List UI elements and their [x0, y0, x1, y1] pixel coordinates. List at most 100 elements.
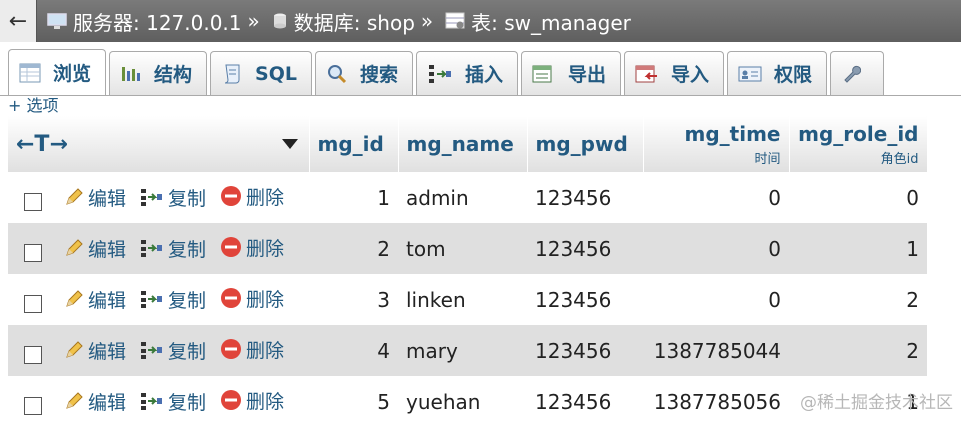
- tab-operations-partial[interactable]: [830, 51, 885, 95]
- column-header-mg_pwd[interactable]: mg_pwd: [527, 116, 644, 172]
- row-actions-cell: 编辑 复制 删除: [8, 274, 309, 325]
- copy-label: 复制: [168, 289, 207, 312]
- column-comment: 角色id: [880, 151, 919, 167]
- pencil-icon: [64, 238, 84, 258]
- delete-label: 删除: [246, 186, 285, 209]
- cell-mg_id[interactable]: 3: [309, 274, 398, 325]
- copy-button[interactable]: 复制: [140, 337, 206, 364]
- pencil-icon: [64, 289, 84, 309]
- cell-mg_pwd[interactable]: 123456: [527, 274, 643, 325]
- tab-label: 导入: [671, 64, 710, 86]
- cell-mg_time[interactable]: 0: [643, 274, 789, 325]
- cell-mg_id[interactable]: 5: [309, 376, 398, 427]
- column-header-mg_name[interactable]: mg_name: [398, 116, 528, 172]
- edit-button[interactable]: 编辑: [64, 388, 126, 415]
- cell-mg_id[interactable]: 2: [309, 223, 398, 274]
- edit-button[interactable]: 编辑: [64, 184, 126, 211]
- delete-button[interactable]: 删除: [220, 387, 284, 414]
- cell-mg_role_id[interactable]: 2: [789, 325, 927, 376]
- cell-mg_time[interactable]: 0: [643, 172, 789, 223]
- table-row: 编辑 复制 删除 5 yuehan 123456 1387785056 1: [8, 376, 927, 427]
- options-link[interactable]: + 选项: [8, 92, 59, 116]
- copy-button[interactable]: 复制: [140, 235, 206, 262]
- row-actions-cell: 编辑 复制 删除: [8, 325, 309, 376]
- edit-label: 编辑: [88, 391, 127, 414]
- cell-mg_id[interactable]: 1: [309, 172, 398, 223]
- edit-button[interactable]: 编辑: [64, 286, 126, 313]
- column-controls-header: ←T→: [8, 116, 310, 172]
- row-checkbox[interactable]: [24, 345, 42, 364]
- cell-mg_pwd[interactable]: 123456: [527, 325, 643, 376]
- copy-icon: [140, 238, 164, 258]
- column-header-mg_time[interactable]: mg_time 时间: [643, 116, 790, 172]
- copy-button[interactable]: 复制: [140, 388, 206, 415]
- tab-label: 结构: [154, 64, 193, 86]
- cell-mg_pwd[interactable]: 123456: [527, 376, 643, 427]
- edit-button[interactable]: 编辑: [64, 235, 126, 262]
- cell-mg_pwd[interactable]: 123456: [527, 172, 643, 223]
- edit-button[interactable]: 编辑: [64, 337, 126, 364]
- row-checkbox[interactable]: [24, 294, 42, 313]
- sort-dropdown-icon[interactable]: [281, 132, 299, 156]
- copy-button[interactable]: 复制: [140, 184, 206, 211]
- database-icon: [272, 12, 288, 30]
- cell-mg_role_id[interactable]: 0: [789, 172, 927, 223]
- delete-button[interactable]: 删除: [220, 234, 284, 261]
- cell-mg_pwd[interactable]: 123456: [527, 223, 643, 274]
- cell-mg_name[interactable]: linken: [398, 274, 527, 325]
- copy-button[interactable]: 复制: [140, 286, 206, 313]
- cell-mg_time[interactable]: 1387785056: [643, 376, 789, 427]
- tab-search[interactable]: 搜索: [314, 51, 413, 95]
- table-row: 编辑 复制 删除 3 linken 123456 0 2: [8, 274, 927, 325]
- wrench-icon: [841, 64, 862, 84]
- cell-mg_name[interactable]: yuehan: [398, 376, 527, 427]
- breadcrumb-table-link[interactable]: 表: sw_manager: [471, 7, 631, 36]
- cell-mg_role_id[interactable]: 2: [789, 274, 927, 325]
- tab-privileges[interactable]: 权限: [727, 51, 828, 95]
- move-columns-icon[interactable]: ←T→: [16, 132, 68, 157]
- cell-mg_id[interactable]: 4: [309, 325, 398, 376]
- edit-label: 编辑: [88, 187, 127, 210]
- tab-label: 搜索: [359, 64, 398, 86]
- sql-icon: [221, 63, 243, 85]
- cell-mg_time[interactable]: 0: [643, 223, 789, 274]
- column-header-mg_id[interactable]: mg_id: [309, 116, 399, 172]
- tab-label: 插入: [465, 64, 504, 86]
- cell-mg_name[interactable]: tom: [398, 223, 527, 274]
- tab-insert[interactable]: 插入: [416, 51, 519, 95]
- import-icon: [635, 64, 659, 84]
- row-checkbox[interactable]: [24, 396, 42, 415]
- cell-mg_name[interactable]: admin: [398, 172, 527, 223]
- row-actions-cell: 编辑 复制 删除: [8, 172, 309, 223]
- tab-structure[interactable]: 结构: [109, 51, 208, 95]
- tab-import[interactable]: 导入: [624, 51, 725, 95]
- cell-mg_role_id[interactable]: 1: [789, 223, 927, 274]
- copy-label: 复制: [168, 187, 207, 210]
- breadcrumb-separator: »: [420, 9, 434, 33]
- edit-label: 编辑: [88, 238, 127, 261]
- breadcrumb-database-link[interactable]: 数据库: shop: [294, 7, 415, 36]
- tab-sql[interactable]: SQL: [210, 51, 312, 95]
- pencil-icon: [64, 340, 84, 360]
- delete-button[interactable]: 删除: [220, 183, 284, 210]
- tab-browse[interactable]: 浏览: [8, 49, 107, 95]
- delete-icon: [220, 185, 242, 207]
- delete-button[interactable]: 删除: [220, 336, 284, 363]
- column-header-mg_role_id[interactable]: mg_role_id 角色id: [789, 116, 928, 172]
- back-button[interactable]: ←: [0, 0, 37, 42]
- cell-mg_time[interactable]: 1387785044: [643, 325, 789, 376]
- table-icon: [445, 12, 465, 30]
- copy-label: 复制: [168, 391, 207, 414]
- row-checkbox[interactable]: [24, 243, 42, 262]
- breadcrumb-separator: »: [247, 9, 260, 33]
- copy-icon: [140, 340, 164, 360]
- row-checkbox[interactable]: [24, 192, 42, 211]
- delete-button[interactable]: 删除: [220, 285, 284, 312]
- tab-label: SQL: [255, 62, 297, 85]
- cell-mg_name[interactable]: mary: [398, 325, 527, 376]
- table-header-row: ←T→ mg_id mg_name mg_pwd mg_time 时间 mg_r…: [8, 116, 928, 172]
- tab-export[interactable]: 导出: [521, 51, 622, 95]
- copy-icon: [140, 391, 164, 411]
- breadcrumb-server-link[interactable]: 服务器: 127.0.0.1: [73, 7, 242, 36]
- export-icon: [532, 64, 556, 84]
